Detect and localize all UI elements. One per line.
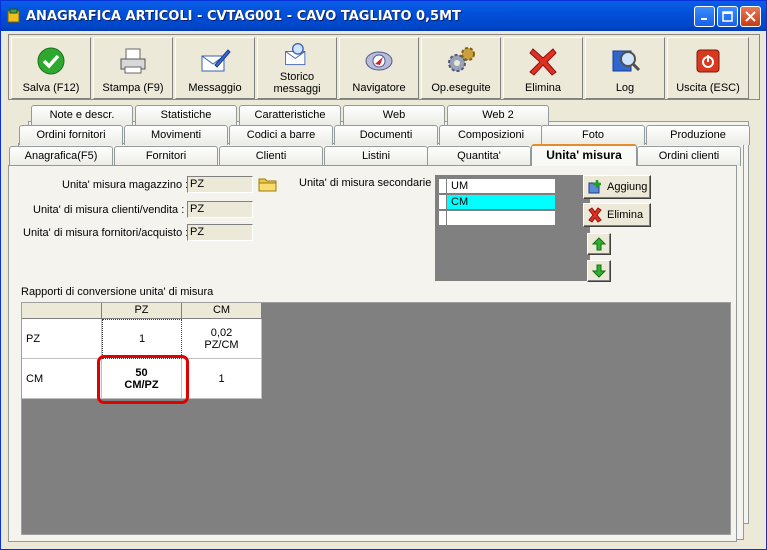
tab-listini[interactable]: Listini bbox=[324, 146, 428, 166]
gears-icon bbox=[448, 47, 475, 72]
arrow-down-icon bbox=[592, 264, 606, 278]
conversion-title: Rapporti di conversione unita' di misura bbox=[21, 286, 214, 298]
messaggio-label: Messaggio bbox=[188, 82, 242, 94]
navigatore-label: Navigatore bbox=[352, 82, 406, 94]
tab-clienti[interactable]: Clienti bbox=[219, 146, 323, 166]
tab-produzione[interactable]: Produzione bbox=[646, 125, 750, 145]
browse-um-button[interactable] bbox=[258, 175, 279, 195]
um-secondarie-list[interactable]: UM CM bbox=[435, 175, 590, 281]
uscita-button[interactable]: Uscita (ESC) bbox=[667, 37, 749, 99]
salva-label: Salva (F12) bbox=[22, 82, 80, 94]
log-button[interactable]: Log bbox=[585, 37, 665, 99]
main-window: ANAGRAFICA ARTICOLI - CVTAG001 - CAVO TA… bbox=[0, 0, 767, 550]
minimize-button[interactable] bbox=[694, 6, 715, 27]
tab-fornitori[interactable]: Fornitori bbox=[114, 146, 218, 166]
app-icon bbox=[7, 8, 20, 23]
tab-movimenti[interactable]: Movimenti bbox=[124, 125, 228, 145]
tab-foto[interactable]: Foto bbox=[541, 125, 645, 145]
envelope-pen-icon bbox=[201, 49, 231, 72]
tab-web[interactable]: Web bbox=[343, 105, 445, 125]
storico-messaggi-label: Storico messaggi bbox=[273, 71, 321, 95]
title-bar[interactable]: ANAGRAFICA ARTICOLI - CVTAG001 - CAVO TA… bbox=[1, 1, 766, 31]
arrow-up-icon bbox=[592, 237, 606, 251]
tab-ordini-clienti[interactable]: Ordini clienti bbox=[637, 146, 741, 166]
highlight-annotation bbox=[97, 355, 189, 404]
move-down-button[interactable] bbox=[587, 260, 611, 282]
messaggio-button[interactable]: Messaggio bbox=[175, 37, 255, 99]
aggiungi-label: Aggiung bbox=[607, 181, 648, 193]
log-label: Log bbox=[615, 82, 635, 94]
storico-messaggi-button[interactable]: Storico messaggi bbox=[257, 37, 337, 99]
grid-cell[interactable]: 0,02 PZ/CM bbox=[182, 319, 262, 359]
um-magazzino-field[interactable]: PZ bbox=[187, 176, 253, 193]
toolbar: Salva (F12) Stampa (F9) Messaggio Storic… bbox=[8, 34, 760, 100]
tab-caratteristiche[interactable]: Caratteristiche bbox=[239, 105, 341, 125]
tab-codici-a-barre[interactable]: Codici a barre bbox=[229, 125, 333, 145]
red-x-icon bbox=[529, 48, 557, 76]
um-fornitori-field[interactable]: PZ bbox=[187, 224, 253, 241]
conversion-grid[interactable]: PZ CM PZ 1 0,02 PZ/CM CM 50 CM/PZ 1 bbox=[21, 302, 731, 535]
exit-icon bbox=[696, 49, 720, 73]
elimina-toolbar-label: Elimina bbox=[524, 82, 562, 94]
log-search-icon bbox=[612, 50, 641, 72]
elimina-um-label: Elimina bbox=[607, 209, 644, 221]
tab-statistiche[interactable]: Statistiche bbox=[135, 105, 237, 125]
tab-quantita[interactable]: Quantita' bbox=[427, 146, 531, 166]
envelope-search-icon bbox=[285, 42, 306, 66]
salva-button[interactable]: Salva (F12) bbox=[11, 37, 91, 99]
maximize-icon bbox=[722, 11, 733, 22]
navigatore-button[interactable]: Navigatore bbox=[339, 37, 419, 99]
tab-note-descr[interactable]: Note e descr. bbox=[31, 105, 133, 125]
um-clienti-field[interactable]: PZ bbox=[187, 201, 253, 218]
column-header: CM bbox=[182, 303, 262, 319]
list-item[interactable]: UM bbox=[438, 178, 556, 194]
row-indicator bbox=[439, 179, 447, 193]
stampa-button[interactable]: Stampa (F9) bbox=[93, 37, 173, 99]
printer-icon bbox=[120, 48, 146, 74]
grid-cell[interactable]: 1 bbox=[102, 319, 182, 359]
minimize-icon bbox=[701, 18, 707, 20]
grid-corner bbox=[22, 303, 102, 319]
list-item-label: UM bbox=[451, 180, 469, 192]
row-indicator bbox=[439, 195, 447, 209]
op-eseguite-label: Op.eseguite bbox=[431, 82, 491, 94]
tab-anagrafica[interactable]: Anagrafica(F5) bbox=[9, 146, 113, 166]
row-header: CM bbox=[22, 359, 102, 399]
tab-web-2[interactable]: Web 2 bbox=[447, 105, 549, 125]
row-indicator bbox=[439, 211, 447, 225]
op-eseguite-button[interactable]: Op.eseguite bbox=[421, 37, 501, 99]
aggiungi-button[interactable]: Aggiung bbox=[583, 175, 651, 199]
grid-cell[interactable]: 1 bbox=[182, 359, 262, 399]
maximize-button[interactable] bbox=[717, 6, 738, 27]
move-up-button[interactable] bbox=[587, 233, 611, 255]
close-button[interactable] bbox=[740, 6, 761, 27]
tab-unita-misura[interactable]: Unita' misura bbox=[531, 144, 637, 166]
um-magazzino-label: Unita' misura magazzino : bbox=[62, 179, 189, 191]
unita-misura-page: Unita' misura magazzino : PZ Unita' di m… bbox=[8, 165, 737, 542]
list-item-selected[interactable]: CM bbox=[438, 194, 556, 210]
uscita-label: Uscita (ESC) bbox=[676, 82, 740, 94]
elimina-um-button[interactable]: Elimina bbox=[583, 203, 651, 227]
window-title: ANAGRAFICA ARTICOLI - CVTAG001 - CAVO TA… bbox=[26, 9, 461, 24]
add-icon bbox=[588, 180, 601, 194]
tab-ordini-fornitori[interactable]: Ordini fornitori bbox=[19, 125, 123, 145]
checkmark-icon bbox=[37, 47, 65, 75]
delete-icon bbox=[588, 207, 602, 223]
compass-icon bbox=[365, 51, 393, 71]
folder-icon bbox=[258, 178, 277, 192]
stampa-label: Stampa (F9) bbox=[102, 82, 164, 94]
um-clienti-label: Unita' di misura clienti/vendita : bbox=[33, 204, 185, 216]
close-icon bbox=[745, 11, 756, 22]
column-header: PZ bbox=[102, 303, 182, 319]
um-fornitori-label: Unita' di misura fornitori/acquisto : bbox=[23, 227, 189, 239]
tab-documenti[interactable]: Documenti bbox=[334, 125, 438, 145]
list-item-label: CM bbox=[451, 196, 469, 208]
elimina-toolbar-button[interactable]: Elimina bbox=[503, 37, 583, 99]
tab-composizioni[interactable]: Composizioni bbox=[439, 125, 543, 145]
list-item[interactable] bbox=[438, 210, 556, 226]
um-secondarie-label: Unita' di misura secondarie : bbox=[299, 177, 438, 189]
row-header: PZ bbox=[22, 319, 102, 359]
